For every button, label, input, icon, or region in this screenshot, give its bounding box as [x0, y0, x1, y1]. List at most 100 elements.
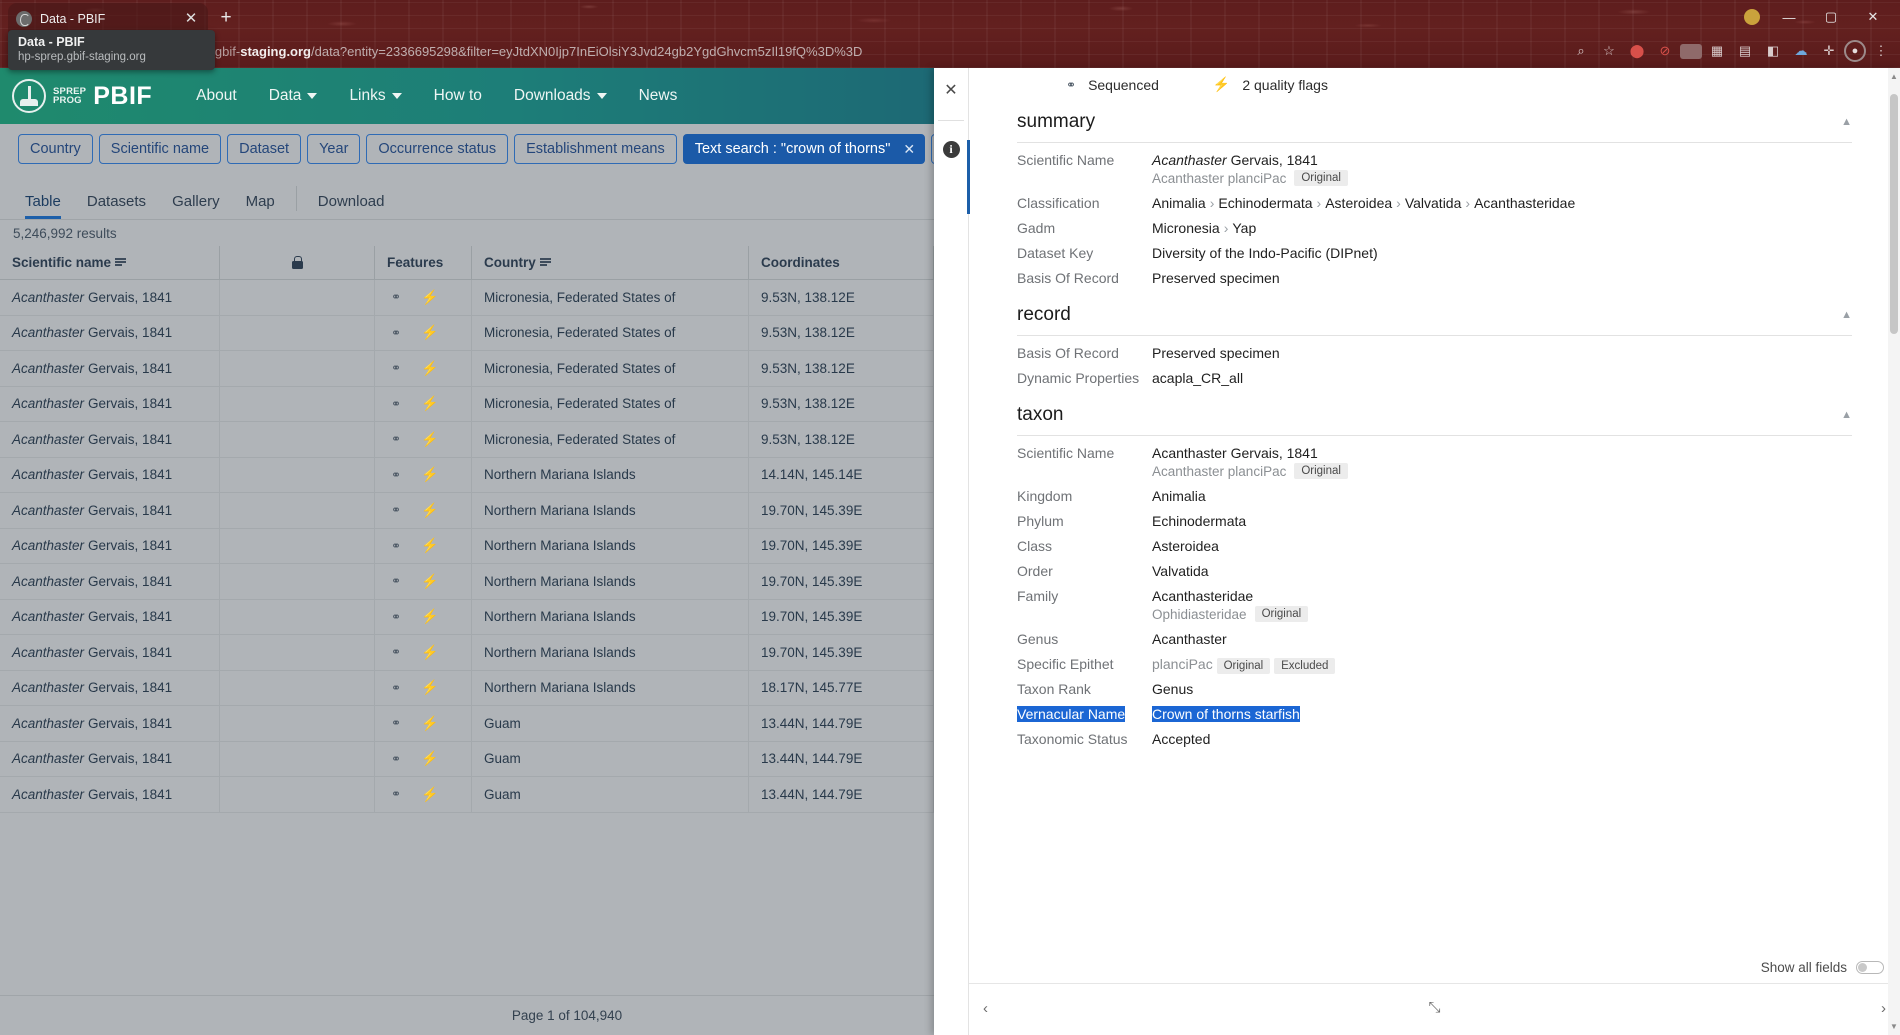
palette-icon[interactable]: ◧: [1760, 38, 1786, 64]
tab-datasets[interactable]: Datasets: [74, 193, 159, 219]
nav-data[interactable]: Data: [253, 68, 334, 124]
notes-icon[interactable]: ▤: [1732, 38, 1758, 64]
nav-how-to[interactable]: How to: [418, 68, 498, 124]
brand-logo-block[interactable]: SPREP PROG PBIF: [12, 79, 152, 113]
close-icon[interactable]: ✕: [182, 11, 200, 26]
section-header[interactable]: taxon ▲: [1017, 386, 1852, 436]
info-icon[interactable]: i: [942, 141, 960, 158]
menu-icon[interactable]: ⋮: [1868, 38, 1894, 64]
previous-record-button[interactable]: ‹: [983, 1000, 988, 1017]
column-features[interactable]: Features: [375, 245, 472, 280]
show-all-fields-toggle[interactable]: Show all fields: [1761, 960, 1884, 975]
filter-icon[interactable]: [539, 258, 551, 267]
field-value: Acanthaster: [1152, 631, 1227, 647]
breadcrumb-part[interactable]: Valvatida: [1405, 195, 1462, 211]
section-title: record: [1017, 304, 1071, 325]
new-tab-button[interactable]: +: [212, 5, 240, 31]
filter-icon[interactable]: [115, 258, 127, 267]
nav-links[interactable]: Links: [333, 68, 417, 124]
tab-table[interactable]: Table: [18, 193, 74, 219]
profile-avatar-icon[interactable]: ●: [1844, 40, 1866, 62]
filter-chip-country[interactable]: Country: [18, 134, 93, 164]
sequenced-icon: ⚭: [391, 290, 402, 305]
field-label: Scientific Name: [1017, 152, 1115, 168]
cell-scientific-name: Acanthaster Gervais, 1841: [0, 350, 220, 386]
cell-country: Northern Mariana Islands: [472, 528, 749, 564]
scroll-up-icon[interactable]: ▲: [1889, 72, 1899, 81]
block-icon[interactable]: ⊘: [1652, 38, 1678, 64]
cloud-icon[interactable]: ☁: [1788, 38, 1814, 64]
cell-features: ⚭ ⚡: [375, 492, 472, 528]
scroll-down-icon[interactable]: ▼: [1889, 1022, 1899, 1031]
section-header[interactable]: summary ▲: [1017, 93, 1852, 143]
breadcrumb-part[interactable]: Echinodermata: [1218, 195, 1312, 211]
close-icon[interactable]: ✕: [944, 80, 957, 100]
filter-chip-dataset[interactable]: Dataset: [227, 134, 302, 164]
next-record-button[interactable]: ›: [1881, 1000, 1886, 1017]
dna-icon: ⚭: [1066, 77, 1077, 92]
column-coordinates[interactable]: Coordinates: [749, 245, 934, 280]
filter-chip-establishment-means[interactable]: Establishment means: [514, 134, 677, 164]
filter-chip-year[interactable]: Year: [307, 134, 361, 164]
extension-badge-icon[interactable]: [1744, 9, 1760, 25]
author-citation: Gervais, 1841: [88, 680, 173, 696]
sequenced-icon: ⚭: [391, 325, 402, 340]
field-row: Phylum Echinodermata: [1017, 504, 1852, 529]
cell-scientific-name: Acanthaster Gervais, 1841: [0, 528, 220, 564]
nav-news[interactable]: News: [623, 68, 694, 124]
column-label: Coordinates: [761, 255, 840, 270]
tab-download[interactable]: Download: [305, 193, 398, 219]
breadcrumb-part[interactable]: Animalia: [1152, 195, 1206, 211]
grid-icon[interactable]: ▦: [1704, 38, 1730, 64]
translate-icon[interactable]: [1680, 43, 1702, 59]
field-row: Order Valvatida: [1017, 554, 1852, 579]
filter-chip-text-search-crown-of-thorns[interactable]: Text search : "crown of thorns" ✕: [682, 134, 926, 164]
chevron-up-icon[interactable]: ▲: [1841, 116, 1852, 128]
chip-label: Country: [30, 141, 81, 157]
breadcrumb-part[interactable]: Micronesia: [1152, 220, 1220, 236]
breadcrumb-part[interactable]: Acanthasteridae: [1474, 195, 1575, 211]
page-indicator: Page 1 of 104,940: [511, 1008, 623, 1023]
column-scientific-name[interactable]: Scientific name: [0, 245, 220, 280]
toggle-switch[interactable]: [1856, 961, 1884, 974]
chevron-up-icon[interactable]: ▲: [1841, 309, 1852, 321]
cell-country: Northern Mariana Islands: [472, 634, 749, 670]
address-bar[interactable]: hp-sprep.gbif-staging.org/data?entity=23…: [150, 38, 1568, 64]
column-lock[interactable]: [220, 245, 375, 280]
drawer-scrollbar[interactable]: ▲ ▼: [1888, 68, 1900, 1035]
nav-downloads[interactable]: Downloads: [498, 68, 623, 124]
close-window-button[interactable]: ✕: [1852, 0, 1894, 34]
breadcrumb-separator: ›: [1396, 195, 1401, 211]
breadcrumb-part[interactable]: Asteroidea: [1325, 195, 1392, 211]
field-label: Class: [1017, 538, 1053, 554]
field-label: Scientific Name: [1017, 445, 1115, 461]
minimize-button[interactable]: —: [1768, 0, 1810, 34]
field-value: Acanthaster Gervais, 1841 Acanthaster pla…: [1152, 152, 1348, 186]
scrollbar-thumb[interactable]: [1890, 94, 1898, 334]
chip-label: Text search : "crown of thorns": [694, 141, 891, 157]
nav-about[interactable]: About: [180, 68, 253, 124]
column-country[interactable]: Country: [472, 245, 749, 280]
filter-chip-scientific-name[interactable]: Scientific name: [98, 134, 222, 164]
tab-gallery[interactable]: Gallery: [159, 193, 233, 219]
section-title: summary: [1017, 111, 1096, 132]
zoom-icon[interactable]: ⌕: [1568, 38, 1594, 64]
section-record: record ▲ Basis Of Record Preserved specimen…: [1017, 286, 1852, 386]
field-row: Gadm Micronesia › Yap: [1017, 211, 1852, 236]
puzzle-icon[interactable]: ✛: [1816, 38, 1842, 64]
chip-label: Year: [319, 141, 349, 157]
maximize-button[interactable]: ▢: [1810, 0, 1852, 34]
author-citation: Gervais, 1841: [88, 573, 173, 589]
breadcrumb-part[interactable]: Yap: [1232, 220, 1256, 236]
column-label: Features: [387, 255, 444, 270]
record-icon[interactable]: ⬤: [1624, 38, 1650, 64]
quality-flag-icon: ⚡: [421, 643, 439, 660]
resize-handle[interactable]: ⤡: [1428, 999, 1440, 1016]
bookmark-star-icon[interactable]: ☆: [1596, 38, 1622, 64]
field-subvalue: Ophidiasteridae Original: [1152, 606, 1309, 622]
chevron-up-icon[interactable]: ▲: [1841, 409, 1852, 421]
filter-chip-occurrence-status[interactable]: Occurrence status: [366, 134, 509, 164]
remove-filter-icon[interactable]: ✕: [900, 141, 918, 158]
tab-map[interactable]: Map: [233, 193, 288, 219]
section-header[interactable]: record ▲: [1017, 286, 1852, 336]
